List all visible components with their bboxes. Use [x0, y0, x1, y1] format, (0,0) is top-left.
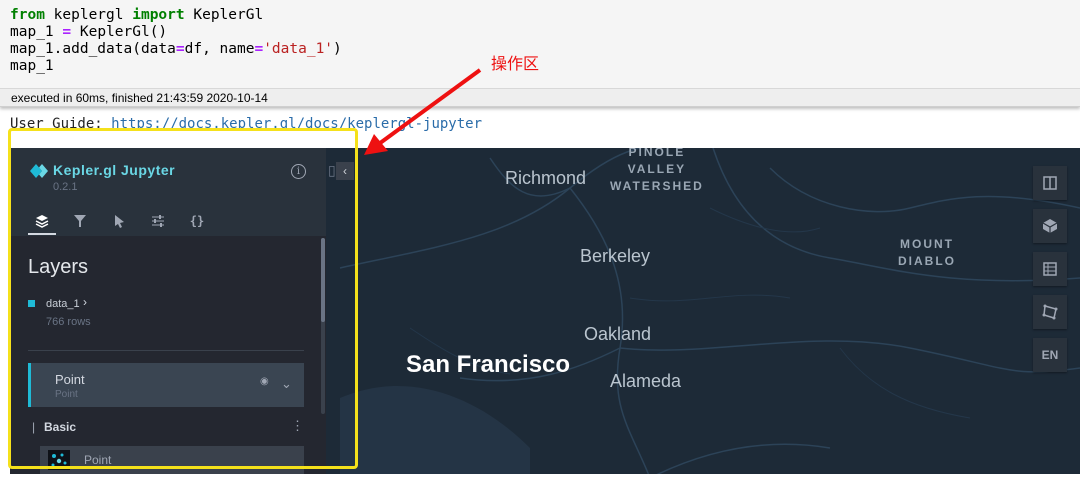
layer-type-option-label: Point: [84, 453, 112, 467]
braces-icon: {}: [189, 214, 205, 228]
code-line: map_1.add_data(data=df, name='data_1'): [10, 41, 342, 58]
dataset-name[interactable]: data_1: [46, 298, 80, 310]
cursor-icon: [115, 215, 124, 228]
code-token: =: [254, 41, 264, 57]
panel-header: Kepler.gl Jupyter 0.2.1 i {}: [10, 148, 326, 236]
active-tab-indicator: [28, 233, 56, 235]
map-label-pinole-line-3: WATERSHED: [610, 179, 704, 193]
panel-scrollbar[interactable]: [321, 238, 325, 414]
section-title: Layers: [28, 256, 89, 278]
map-label-mount-diablo-line-1: MOUNT: [900, 237, 954, 251]
filter-icon: [74, 215, 86, 227]
code-token: from: [10, 7, 45, 23]
draw-polygon-button[interactable]: [1033, 295, 1067, 329]
cube-icon: [1042, 219, 1058, 233]
map-label-alameda: Alameda: [610, 371, 682, 391]
code-token: ): [333, 41, 342, 57]
map-label-pinole: PINOLE VALLEY WATERSHED: [610, 148, 704, 195]
code-token: 'data_1': [263, 41, 334, 57]
layer-card-point[interactable]: Point Point ◉ ⌄: [28, 363, 304, 407]
kepler-logo-icon: [30, 164, 48, 178]
language-button[interactable]: EN: [1033, 338, 1067, 372]
code-token: map_1: [10, 24, 63, 40]
sliders-icon: [152, 215, 164, 227]
split-map-icon: [1043, 176, 1057, 190]
code-token: map_1: [10, 58, 54, 74]
map-label-san-francisco: San Francisco: [406, 351, 571, 378]
point-layer-icon: [48, 450, 70, 470]
panel-scrollbar-thumb[interactable]: [321, 238, 325, 322]
execution-status: executed in 60ms, finished 21:43:59 2020…: [0, 88, 1080, 106]
collapse-sidebar-button[interactable]: ‹: [336, 162, 354, 180]
dataset-row-count: 766 rows: [46, 316, 91, 328]
code-line: from keplergl import KeplerGl: [10, 7, 342, 24]
panel-version: 0.2.1: [53, 181, 78, 193]
chevron-right-icon[interactable]: ›: [83, 295, 87, 309]
code-token: =: [62, 24, 72, 40]
tab-filters[interactable]: [67, 208, 93, 234]
panel-title: Kepler.gl Jupyter: [53, 162, 176, 178]
eye-icon[interactable]: ◉: [260, 376, 269, 387]
map-label-richmond: Richmond: [505, 168, 587, 188]
code-line: map_1: [10, 58, 342, 75]
code-token: keplergl: [44, 7, 133, 23]
code-editor[interactable]: from keplergl import KeplerGl map_1 = Kep…: [10, 7, 342, 75]
map-label-berkeley: Berkeley: [580, 246, 651, 266]
code-token: map_1.add_data(data: [10, 41, 176, 57]
user-guide-link[interactable]: https://docs.kepler.gl/docs/keplergl-jup…: [111, 116, 482, 132]
side-panel: Kepler.gl Jupyter 0.2.1 i {} Layers data…: [10, 148, 326, 474]
code-token: df, name: [184, 41, 255, 57]
code-token: import: [132, 7, 185, 23]
split-map-button[interactable]: [1033, 166, 1067, 200]
legend-button[interactable]: [1033, 252, 1067, 286]
group-label: Basic: [44, 420, 77, 434]
more-options-icon[interactable]: ⋮: [291, 418, 304, 434]
map-label-oakland: Oakland: [584, 324, 652, 344]
legend-icon: [1043, 262, 1057, 276]
map-label-mount-diablo: MOUNT DIABLO: [898, 236, 956, 270]
section-divider: [28, 350, 304, 351]
map-label-pinole-line-2: VALLEY: [627, 162, 687, 176]
kepler-map[interactable]: Richmond PINOLE VALLEY WATERSHED MOUNT D…: [10, 148, 1080, 474]
info-icon[interactable]: i: [291, 164, 306, 179]
code-cell[interactable]: from keplergl import KeplerGl map_1 = Kep…: [0, 0, 1080, 107]
layers-icon: [35, 215, 49, 228]
panel-edge-mark: ▯: [328, 162, 336, 178]
user-guide-label: User Guide:: [10, 116, 112, 132]
code-line: map_1 = KeplerGl(): [10, 24, 342, 41]
map-label-pinole-line-1: PINOLE: [628, 148, 686, 159]
3d-view-button[interactable]: [1033, 209, 1067, 243]
tab-layers[interactable]: [29, 208, 55, 234]
chevron-left-icon: ‹: [343, 164, 347, 178]
layer-name[interactable]: Point: [55, 372, 85, 387]
map-label-mount-diablo-line-2: DIABLO: [898, 254, 956, 268]
annotation-label: 操作区: [491, 56, 540, 73]
user-guide-line: User Guide: https://docs.kepler.gl/docs/…: [10, 116, 482, 132]
code-token: KeplerGl(): [71, 24, 168, 40]
polygon-draw-icon: [1042, 304, 1058, 320]
tab-config[interactable]: {}: [184, 208, 210, 234]
tab-base-map[interactable]: [145, 208, 171, 234]
chevron-down-icon[interactable]: ⌄: [281, 376, 292, 392]
layer-type-selector[interactable]: Point: [40, 446, 304, 474]
code-token: KeplerGl: [184, 7, 264, 23]
layer-type: Point: [55, 389, 78, 400]
group-marker: |: [32, 420, 36, 434]
tab-interactions[interactable]: [106, 208, 132, 234]
dataset-color-swatch: [28, 300, 35, 307]
code-token: =: [175, 41, 185, 57]
